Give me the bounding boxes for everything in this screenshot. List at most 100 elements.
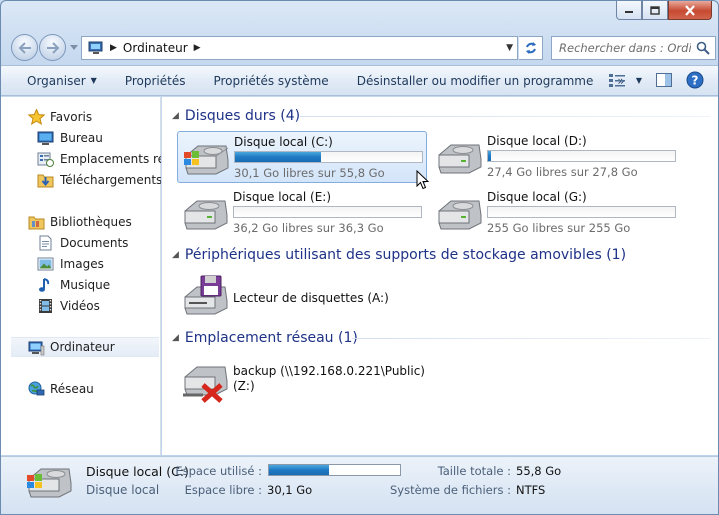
- drive-item-d[interactable]: Disque local (D:) 27,4 Go libres sur 27,…: [431, 131, 681, 183]
- group-divider: [352, 338, 710, 339]
- details-usage-bar: [268, 464, 401, 476]
- maximize-icon: [650, 5, 660, 15]
- device-name: backup (\\192.168.0.221\Public): [233, 364, 425, 378]
- sidebar-item-downloads[interactable]: Téléchargements: [1, 170, 161, 190]
- group-divider: [300, 116, 710, 117]
- organize-label: Organiser: [27, 73, 86, 88]
- drive-usage-bar: [233, 206, 422, 218]
- refresh-icon: [525, 42, 536, 54]
- group-header-hard-drives[interactable]: ◢ Disques durs (4): [172, 106, 710, 126]
- close-button[interactable]: [668, 1, 712, 20]
- toolbar-right: ▼ ?: [608, 71, 704, 89]
- floppy-drive-icon: [184, 275, 228, 315]
- help-icon[interactable]: ?: [686, 71, 704, 89]
- desktop-icon: [37, 131, 54, 145]
- libraries-icon: [28, 216, 45, 230]
- windows-drive-icon: [27, 468, 72, 498]
- sidebar-item-videos[interactable]: Vidéos: [1, 296, 161, 316]
- change-view-button[interactable]: ▼: [608, 73, 642, 87]
- close-icon: [685, 4, 695, 16]
- windows-drive-icon: [184, 145, 229, 175]
- videos-icon: [39, 299, 52, 313]
- preview-pane-icon[interactable]: [656, 73, 672, 87]
- sidebar-item-desktop[interactable]: Bureau: [1, 128, 161, 148]
- explorer-window: ▶ Ordinateur ▶ ▼ Organiser ▼ Pro: [0, 0, 719, 515]
- search-icon[interactable]: [696, 41, 710, 55]
- address-history-dropdown[interactable]: ▼: [506, 43, 513, 53]
- hard-drive-icon: [184, 200, 228, 230]
- collapse-triangle-icon[interactable]: ◢: [172, 333, 179, 343]
- drive-name: Disque local (G:): [487, 190, 587, 204]
- collapse-triangle-icon[interactable]: ◢: [172, 250, 179, 260]
- sidebar-item-label: Bureau: [60, 131, 103, 145]
- sidebar-item-label: Emplacements récents: [60, 152, 161, 166]
- search-box[interactable]: [551, 36, 716, 60]
- mouse-cursor-icon: [416, 170, 430, 190]
- drive-item-e[interactable]: Disque local (E:) 36,2 Go libres sur 36,…: [177, 187, 427, 239]
- maximize-button[interactable]: [642, 1, 668, 20]
- group-title: Périphériques utilisant des supports de …: [184, 247, 627, 263]
- group-header-network[interactable]: ◢ Emplacement réseau (1): [172, 328, 710, 348]
- details-usage-fill: [269, 465, 330, 475]
- sidebar-item-network[interactable]: Réseau: [1, 379, 161, 399]
- floppy-drive-item[interactable]: Lecteur de disquettes (A:): [177, 275, 427, 319]
- forward-button[interactable]: [39, 34, 66, 61]
- drive-free-space: 27,4 Go libres sur 27,8 Go: [487, 165, 638, 179]
- back-arrow-icon: [18, 41, 31, 54]
- drive-name: Disque local (D:): [487, 134, 587, 148]
- sidebar-item-computer[interactable]: Ordinateur: [11, 337, 159, 357]
- drive-usage-bar: [234, 151, 423, 163]
- filesystem-label: Système de fichiers :: [389, 483, 511, 497]
- search-input[interactable]: [559, 41, 691, 55]
- breadcrumb-computer[interactable]: Ordinateur: [123, 41, 188, 55]
- minimize-button[interactable]: [616, 1, 642, 20]
- recent-pages-dropdown[interactable]: [69, 42, 79, 52]
- chevron-down-icon[interactable]: ▼: [636, 76, 642, 85]
- sidebar-item-label: Réseau: [50, 382, 94, 396]
- system-properties-button[interactable]: Propriétés système: [199, 74, 342, 88]
- device-letter: (Z:): [233, 379, 255, 393]
- pictures-icon: [37, 257, 54, 271]
- address-bar[interactable]: ▶ Ordinateur ▶ ▼: [81, 36, 518, 60]
- forward-arrow-icon: [46, 41, 59, 54]
- drive-usage-bar: [487, 206, 676, 218]
- sidebar-item-label: Téléchargements: [60, 173, 161, 187]
- sidebar-item-favorites[interactable]: Favoris: [1, 107, 161, 127]
- refresh-button[interactable]: [519, 36, 543, 60]
- computer-icon: [28, 341, 45, 356]
- sidebar-item-recent-places[interactable]: Emplacements récents: [1, 149, 161, 169]
- navigation-pane: Favoris Bureau Emplacements récents: [1, 97, 161, 455]
- total-size-label: Taille totale :: [437, 464, 511, 478]
- sidebar-item-libraries[interactable]: Bibliothèques: [1, 212, 161, 232]
- downloads-icon: [37, 174, 54, 188]
- sidebar-item-documents[interactable]: Documents: [1, 233, 161, 253]
- sidebar-item-label: Musique: [60, 278, 111, 292]
- navigation-bar: ▶ Ordinateur ▶ ▼: [9, 33, 716, 61]
- network-drive-item[interactable]: backup (\\192.168.0.221\Public) (Z:): [177, 357, 427, 407]
- computer-icon: [88, 41, 103, 54]
- drive-free-space: 30,1 Go libres sur 55,8 Go: [234, 166, 385, 180]
- uninstall-program-button[interactable]: Désinstaller ou modifier un programme: [343, 74, 608, 88]
- drive-name: Disque local (C:): [234, 135, 333, 149]
- drive-name: Disque local (E:): [233, 190, 332, 204]
- organize-menu-button[interactable]: Organiser ▼: [1, 74, 111, 88]
- drive-item-g[interactable]: Disque local (G:) 255 Go libres sur 255 …: [431, 187, 681, 239]
- free-space-value: 30,1 Go: [267, 483, 313, 497]
- disconnected-network-drive-icon: [183, 366, 228, 403]
- properties-button[interactable]: Propriétés: [111, 74, 200, 88]
- drive-item-c[interactable]: Disque local (C:) 30,1 Go libres sur 55,…: [177, 131, 427, 183]
- breadcrumb-separator-icon[interactable]: ▶: [194, 43, 201, 53]
- sidebar-item-label: Vidéos: [60, 299, 100, 313]
- back-button[interactable]: [11, 34, 38, 61]
- sidebar-item-pictures[interactable]: Images: [1, 254, 161, 274]
- sidebar-item-label: Images: [60, 257, 104, 271]
- breadcrumb-separator-icon[interactable]: ▶: [110, 43, 117, 53]
- group-title: Disques durs (4): [184, 108, 301, 124]
- minimize-icon: [625, 11, 633, 13]
- chevron-down-icon: ▼: [90, 76, 97, 85]
- sidebar-item-music[interactable]: Musique: [1, 275, 161, 295]
- drive-free-space: 255 Go libres sur 255 Go: [487, 221, 631, 235]
- group-header-removable[interactable]: ◢ Périphériques utilisant des supports d…: [172, 245, 626, 265]
- collapse-triangle-icon[interactable]: ◢: [172, 111, 179, 121]
- drive-free-space: 36,2 Go libres sur 36,3 Go: [233, 221, 384, 235]
